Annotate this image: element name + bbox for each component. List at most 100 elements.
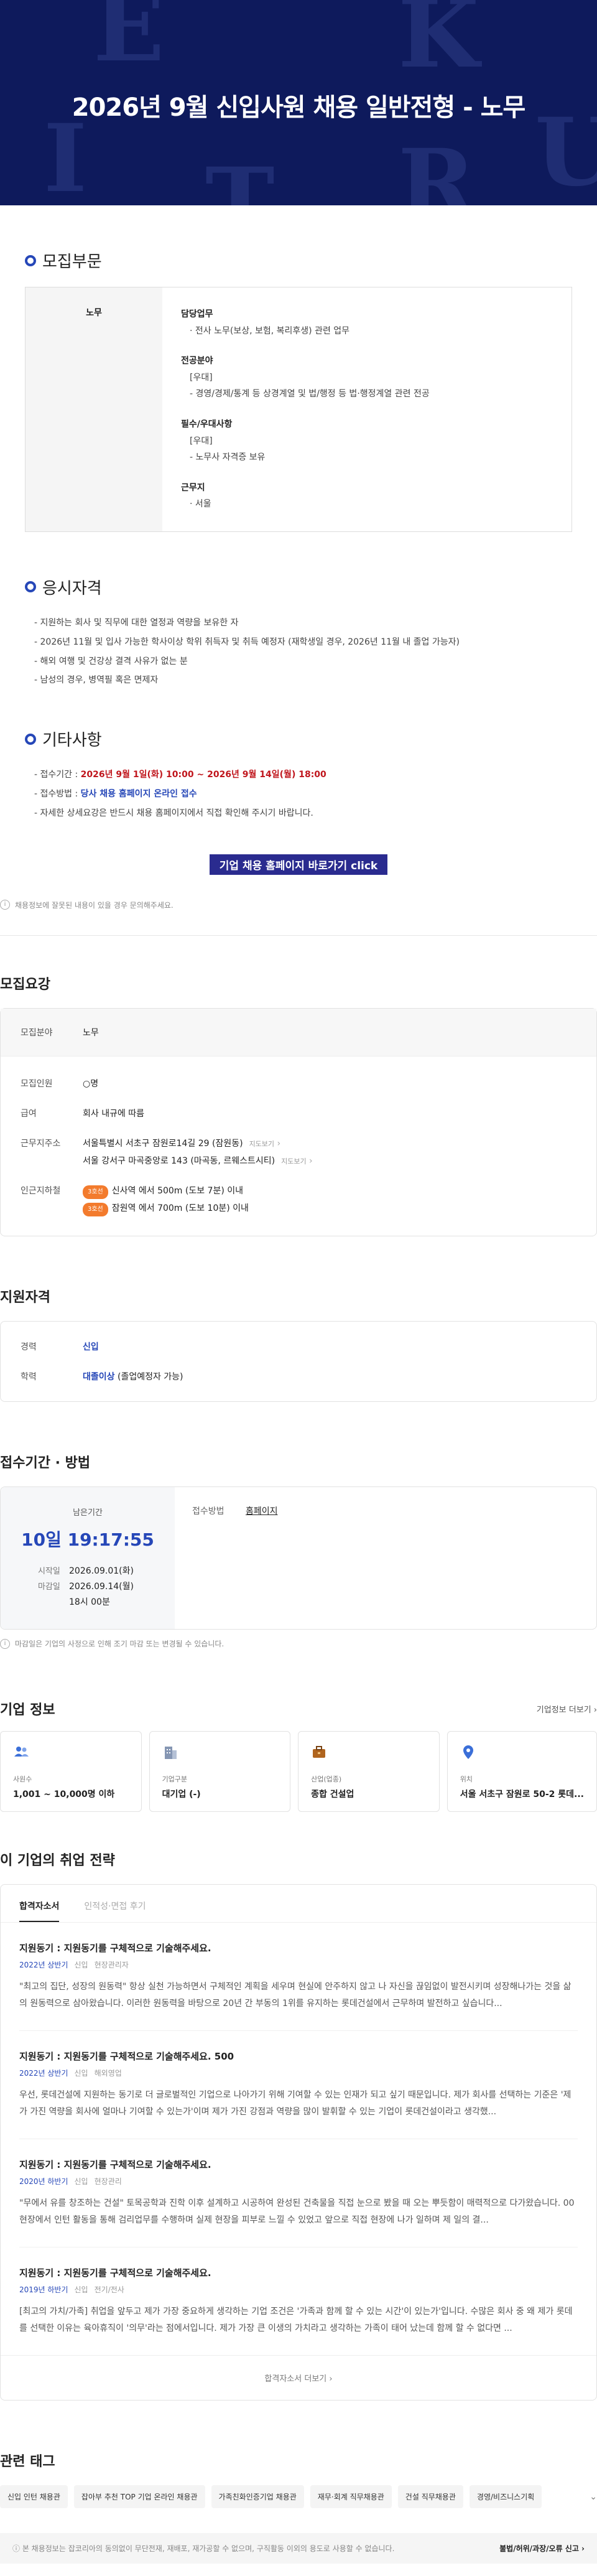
salary-row: 급여 회사 내규에 따름 — [1, 1099, 596, 1129]
apply-method-link[interactable]: 홈페이지 — [246, 1506, 278, 1516]
field-label: 모집분야 — [21, 1027, 53, 1038]
map-link[interactable]: 지도보기 — [249, 1140, 274, 1148]
people-icon — [14, 1747, 29, 1757]
summary-title: 모집요강 — [0, 976, 50, 992]
requirements-item: [우대] — [190, 436, 213, 446]
industry-value: 종합 건설업 — [311, 1790, 354, 1800]
essay-item[interactable]: 지원동기 : 지원동기를 구체적으로 기술해주세요. 2022년 상반기 신입 현장… — [19, 1923, 578, 2032]
tag-item[interactable]: 신입 인턴 채용관 — [0, 2485, 68, 2509]
requirements-label: 필수/우대사항 — [181, 419, 233, 429]
etc-method: 접수방법 : 당사 채용 홈페이지 온라인 접수 — [34, 785, 572, 804]
career-row: 경력 신입 — [1, 1332, 596, 1361]
more-essays-link[interactable]: 합격자소서 더보기 › — [1, 2355, 596, 2400]
essay-question: 지원동기 : 지원동기를 구체적으로 기술해주세요. — [19, 1943, 211, 1954]
employees-value: 1,001 ~ 10,000명 이하 — [13, 1790, 115, 1800]
essay-item[interactable]: 지원동기 : 지원동기를 구체적으로 기술해주세요. 2019년 하반기 신입 전기… — [19, 2247, 578, 2355]
decorative-letter: T — [205, 147, 275, 205]
subway-line-badge: 3호선 — [83, 1202, 108, 1216]
major-label: 전공분야 — [181, 356, 213, 366]
requirements-item: - 노무사 자격증 보유 — [190, 452, 266, 463]
apply-method: 접수방법 홈페이지 — [192, 1506, 278, 1516]
tag-item[interactable]: 경영/비즈니스기획 — [469, 2485, 542, 2509]
strategy-tabs: 합격자소서 인적성·면접 후기 — [1, 1885, 596, 1923]
career-value: 신입 — [83, 1342, 99, 1352]
posting-title: 2026년 9월 신입사원 채용 일반전형 - 노무 — [72, 93, 526, 122]
essay-excerpt: [최고의 가치/가족] 취업을 앞두고 제가 가장 중요하게 생각하는 기업 조… — [19, 2307, 573, 2333]
posting-detail: 모집부문 노무 담당업무 · 전사 노무(보상, 보험, 복리후생) 관련 업무… — [0, 205, 597, 900]
map-link[interactable]: 지도보기 — [281, 1157, 306, 1165]
essay-list: 지원동기 : 지원동기를 구체적으로 기술해주세요. 2022년 상반기 신입 현장… — [1, 1923, 596, 2355]
recruit-section-heading: 모집부문 — [25, 249, 572, 272]
briefcase-icon — [313, 1746, 326, 1758]
period-card: 남은기간 10일 19:17:55 시작일 2026.09.01(화) 마감일 20… — [0, 1486, 597, 1630]
eligibility-item: 해외 여행 및 건강상 결격 사유가 없는 분 — [34, 652, 572, 671]
circle-bullet-icon — [25, 733, 36, 745]
essay-item[interactable]: 지원동기 : 지원동기를 구체적으로 기술해주세요. 500 2022년 상반기… — [19, 2031, 578, 2140]
company-homepage-button[interactable]: 기업 채용 홈페이지 바로가기 click — [209, 854, 388, 875]
field-row: 모집분야 노무 — [1, 1008, 596, 1057]
etc-period: 접수기간 : 2026년 9월 1일(화) 10:00 ~ 2026년 9월 1… — [34, 765, 572, 785]
info-icon: i — [0, 1638, 10, 1649]
tag-list: 신입 인턴 채용관 잡아부 추천 TOP 기업 온라인 채용관 가족친화인증기업… — [0, 2485, 597, 2509]
subway-row: 인근지하철 3호선 신사역 에서 500m (도보 7분) 이내 3호선 잠원역 에… — [1, 1176, 596, 1223]
headcount-value: ○명 — [83, 1078, 99, 1089]
location-label: 근무지 — [181, 482, 205, 493]
department-name: 노무 — [25, 287, 162, 531]
education-value: 대졸이상 — [83, 1371, 115, 1382]
decorative-letter: I — [44, 104, 88, 205]
end-time: 18시 00분 — [69, 1597, 110, 1607]
essay-excerpt: 우선, 롯데건설에 지원하는 동기로 더 글로벌적인 기업으로 나아가기 위해 … — [19, 2090, 572, 2117]
essay-question: 지원동기 : 지원동기를 구체적으로 기술해주세요. — [19, 2159, 211, 2171]
tag-item[interactable]: 가족친화인증기업 채용관 — [211, 2485, 304, 2509]
footer-note: ⓘ 본 채용정보는 잡코리아의 동의없이 무단전재, 재배포, 재가공할 수 없… — [0, 2533, 597, 2564]
qualification-card: 경력 신입 학력 대졸이상 (졸업예정자 가능) — [0, 1320, 597, 1402]
etc-title: 기타사항 — [42, 731, 102, 750]
address-row: 근무지주소 서울특별시 서초구 잠원로14길 29 (잠원동) 지도보기 › 서울… — [21, 1138, 313, 1166]
change-notice-text[interactable]: 채용정보에 잘못된 내용이 있을 경우 문의해주세요. — [15, 900, 174, 910]
strategy-title: 이 기업의 취업 전략 — [0, 1853, 115, 1869]
education-row: 학력 대졸이상 (졸업예정자 가능) — [21, 1371, 183, 1382]
department-table: 노무 담당업무 · 전사 노무(보상, 보험, 복리후생) 관련 업무 전공분야… — [25, 287, 572, 532]
eligibility-title: 응시자격 — [42, 579, 102, 598]
headcount-row: 모집인원 ○명 — [1, 1069, 596, 1099]
major-item: [우대] — [190, 372, 213, 383]
essay-question: 지원동기 : 지원동기를 구체적으로 기술해주세요. — [19, 2267, 211, 2279]
subway-item: 3호선 잠원역 에서 700m (도보 10분) 이내 — [83, 1200, 576, 1217]
tag-item[interactable]: 재무·회계 직무채용관 — [310, 2485, 392, 2509]
summary-card: 모집분야 노무 모집인원 ○명 급여 회사 내규에 따름 근무지주소 서울특별시 서… — [0, 1007, 597, 1236]
major-item: - 경영/경제/통계 등 상경계열 및 법/행정 등 법·행정계열 관련 전공 — [190, 389, 430, 399]
eligibility-item: 남성의 경우, 병역필 혹은 면제자 — [34, 671, 572, 690]
eligibility-list: 지원하는 회사 및 직무에 대한 열정과 역량을 보유한 자 2026년 11월… — [34, 614, 572, 690]
job-posting-page: E K I U R T 2026년 9월 신입사원 채용 일반전형 - 노무 모… — [0, 0, 597, 2576]
etc-heading: 기타사항 — [25, 727, 572, 750]
company-card-location: 위치 서울 서초구 잠원로 50-2 롯데... — [447, 1731, 597, 1813]
report-link[interactable]: 불법/허위/과장/오류 신고 › — [499, 2543, 585, 2554]
etc-list: 접수기간 : 2026년 9월 1일(화) 10:00 ~ 2026년 9월 1… — [34, 765, 572, 823]
tag-item[interactable]: 잡아부 추천 TOP 기업 온라인 채용관 — [73, 2485, 205, 2509]
essay-excerpt: "무에서 유를 창조하는 건설" 토목공학과 진학 이후 설계하고 시공하여 완… — [19, 2198, 575, 2225]
company-more-link[interactable]: 기업정보 더보기 › — [537, 1703, 597, 1715]
location-pin-icon — [463, 1745, 473, 1760]
building-icon — [164, 1747, 177, 1760]
tab-essays[interactable]: 합격자소서 — [19, 1900, 60, 1923]
essay-item[interactable]: 지원동기 : 지원동기를 구체적으로 기술해주세요. 2020년 하반기 신입 현장… — [19, 2139, 578, 2248]
salary-value: 회사 내규에 따름 — [83, 1108, 145, 1119]
essay-question: 지원동기 : 지원동기를 구체적으로 기술해주세요. 500 — [19, 2051, 234, 2063]
tab-interview-reviews[interactable]: 인적성·면접 후기 — [84, 1900, 146, 1922]
period-notice: i 마감일은 기업의 사정으로 인해 조기 마감 또는 변경될 수 있습니다. — [0, 1630, 597, 1649]
circle-bullet-icon — [25, 581, 36, 593]
location-value: 서울 서초구 잠원로 50-2 롯데... — [460, 1790, 584, 1800]
company-type-value: 대기업 (-) — [162, 1790, 201, 1800]
circle-bullet-icon — [25, 254, 36, 266]
strategy-card: 합격자소서 인적성·면접 후기 지원동기 : 지원동기를 구체적으로 기술해주세… — [0, 1884, 597, 2401]
location-item: · 서울 — [190, 499, 211, 510]
period-countdown: 남은기간 10일 19:17:55 시작일 2026.09.01(화) 마감일 20… — [1, 1486, 175, 1630]
tag-item[interactable]: 건설 직무채용관 — [397, 2485, 463, 2509]
change-notice: i 채용정보에 잘못된 내용이 있을 경우 문의해주세요. — [0, 900, 597, 910]
department-detail: 담당업무 · 전사 노무(보상, 보험, 복리후생) 관련 업무 전공분야 [우… — [162, 287, 572, 531]
chevron-down-icon[interactable]: ⌄ — [590, 2492, 597, 2502]
eligibility-item: 2026년 11월 및 입사 가능한 학사이상 학위 취득자 및 취득 예정자 … — [34, 633, 572, 652]
address-2: 서울 강서구 마곡중앙로 143 (마곡동, 르웨스트시티) — [83, 1155, 275, 1166]
field-value: 노무 — [83, 1027, 99, 1038]
end-date: 2026.09.14(월) — [69, 1581, 134, 1592]
